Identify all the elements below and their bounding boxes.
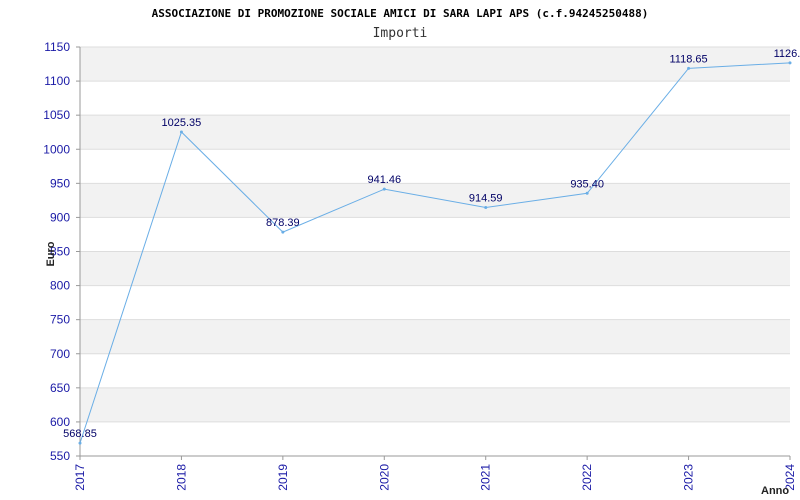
band (80, 183, 790, 218)
data-label: 941.46 (367, 174, 401, 186)
data-label: 568.85 (63, 428, 97, 440)
y-tick-label: 600 (50, 415, 70, 429)
y-tick-label: 950 (50, 176, 70, 190)
data-label: 914.59 (469, 192, 503, 204)
data-labels: 568.85 1025.35 878.39 941.46 914.59 935.40 111… (63, 48, 800, 440)
y-tick-label: 750 (50, 313, 70, 327)
x-tick-label: 2022 (580, 464, 594, 491)
y-tick-label: 1150 (44, 40, 70, 54)
y-tick-label: 900 (50, 210, 70, 224)
x-tick-label: 2018 (174, 464, 188, 491)
y-tick-label: 700 (50, 347, 70, 361)
x-tick-label: 2023 (682, 464, 696, 491)
data-point (585, 191, 589, 195)
data-label: 878.39 (266, 217, 300, 229)
data-point (78, 441, 82, 445)
x-axis-ticks: 2017 2018 2019 2020 2021 2022 2023 2024 (73, 456, 797, 491)
y-axis-label: Euro (45, 241, 57, 266)
band (80, 319, 790, 354)
x-tick-label: 2019 (276, 464, 290, 491)
data-point (484, 205, 488, 209)
data-label: 935.40 (570, 178, 604, 190)
data-label: 1126.8 (774, 48, 800, 60)
x-tick-label: 2021 (479, 464, 493, 491)
band (80, 251, 790, 286)
data-point (382, 187, 386, 191)
y-tick-label: 550 (50, 449, 70, 463)
data-label: 1025.35 (162, 117, 202, 129)
data-point (788, 61, 792, 65)
chart-title: ASSOCIAZIONE DI PROMOZIONE SOCIALE AMICI… (152, 7, 649, 20)
x-tick-label: 2020 (377, 464, 391, 491)
data-label: 1118.65 (670, 53, 708, 65)
data-point (281, 230, 285, 234)
y-tick-label: 650 (50, 381, 70, 395)
y-tick-label: 1050 (43, 108, 70, 122)
chart-subtitle: Importi (373, 26, 428, 41)
y-tick-label: 800 (50, 279, 70, 293)
data-point (179, 130, 183, 134)
data-point (687, 66, 691, 70)
y-tick-label: 1000 (43, 142, 70, 156)
background-bands (80, 47, 790, 422)
y-tick-label: 1100 (44, 74, 70, 88)
chart: ASSOCIAZIONE DI PROMOZIONE SOCIALE AMICI… (43, 7, 800, 497)
x-tick-label: 2017 (73, 464, 87, 491)
band (80, 387, 790, 422)
x-axis-label: Anno (761, 485, 789, 497)
